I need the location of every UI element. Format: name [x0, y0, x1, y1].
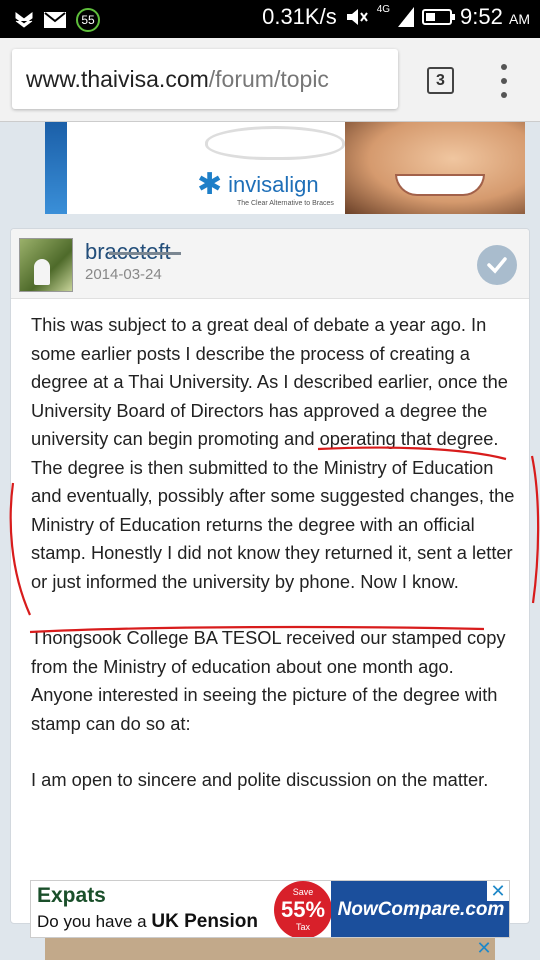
avatar[interactable] [19, 238, 73, 292]
ad-tagline: The Clear Alternative to Braces [237, 200, 334, 207]
ad-brand: NowCompare.com [337, 899, 505, 920]
aligner-tray-image [205, 126, 345, 160]
url-path: /forum/topic [208, 65, 329, 92]
menu-dot [501, 64, 507, 70]
bottom-advertisement[interactable]: Expats Do you have a UK Pension Save 55%… [30, 880, 510, 938]
ad-subtitle: Do you have a UK Pension [37, 911, 258, 932]
status-left-icons: 55 [14, 8, 100, 32]
ad-title: Expats [37, 884, 106, 907]
ad-blue-stripe [45, 122, 67, 214]
post-paragraph: I am open to sincere and polite discussi… [31, 769, 489, 790]
notification-badge: 55 [76, 8, 100, 32]
overflow-menu-button[interactable] [494, 64, 514, 98]
tab-switcher-button[interactable]: 3 [427, 67, 454, 94]
mute-icon [346, 9, 368, 25]
top-advertisement[interactable]: ✱ invisalign The Clear Alternative to Br… [45, 122, 525, 214]
network-speed: 0.31K/s [262, 4, 337, 29]
ad-model-image [345, 122, 525, 214]
redaction-strike [109, 252, 181, 255]
menu-dot [501, 78, 507, 84]
signal-icon [398, 7, 415, 27]
ad-close-icon[interactable]: ✕ [473, 938, 495, 958]
status-right: 0.31K/s 4G 9:52 AM [262, 4, 530, 30]
ad-close-icon[interactable]: ✕ [487, 881, 509, 901]
signal-shield-icon [15, 12, 33, 28]
ad-savings-badge: Save 55% Tax [274, 881, 332, 937]
ad-brand: invisalign [228, 172, 319, 197]
post-date: 2014-03-24 [85, 266, 162, 283]
post-paragraph: Thongsook College BA TESOL received our … [31, 627, 506, 734]
browser-toolbar: www.thaivisa.com/forum/topic 3 [0, 38, 540, 122]
ad-smile-image [395, 174, 485, 196]
ad-brand-panel: NowCompare.com [331, 881, 509, 937]
ad-text-area: Expats Do you have a UK Pension [31, 881, 291, 937]
post-paragraph: This was subject to a great deal of deba… [31, 314, 515, 592]
post-body: This was subject to a great deal of deba… [31, 311, 515, 795]
invisalign-star-icon: ✱ [197, 168, 223, 201]
url-host: www.thaivisa.com [26, 65, 209, 92]
status-bar: 55 0.31K/s 4G 9:52 AM [0, 0, 540, 38]
checkmark-icon[interactable] [477, 245, 517, 285]
url-bar[interactable]: www.thaivisa.com/forum/topic [12, 49, 398, 109]
partial-advertisement[interactable] [45, 938, 495, 960]
mail-icon [44, 12, 66, 28]
battery-icon [422, 9, 456, 25]
network-type: 4G [376, 3, 391, 15]
clock: 9:52 AM [460, 4, 530, 29]
ad-logo: ✱ invisalign [197, 170, 319, 200]
red-bracket-right [530, 455, 540, 604]
menu-dot [501, 92, 507, 98]
forum-post: braceteft 2014-03-24 This was subject to… [10, 228, 530, 924]
post-header: braceteft 2014-03-24 [11, 229, 529, 299]
